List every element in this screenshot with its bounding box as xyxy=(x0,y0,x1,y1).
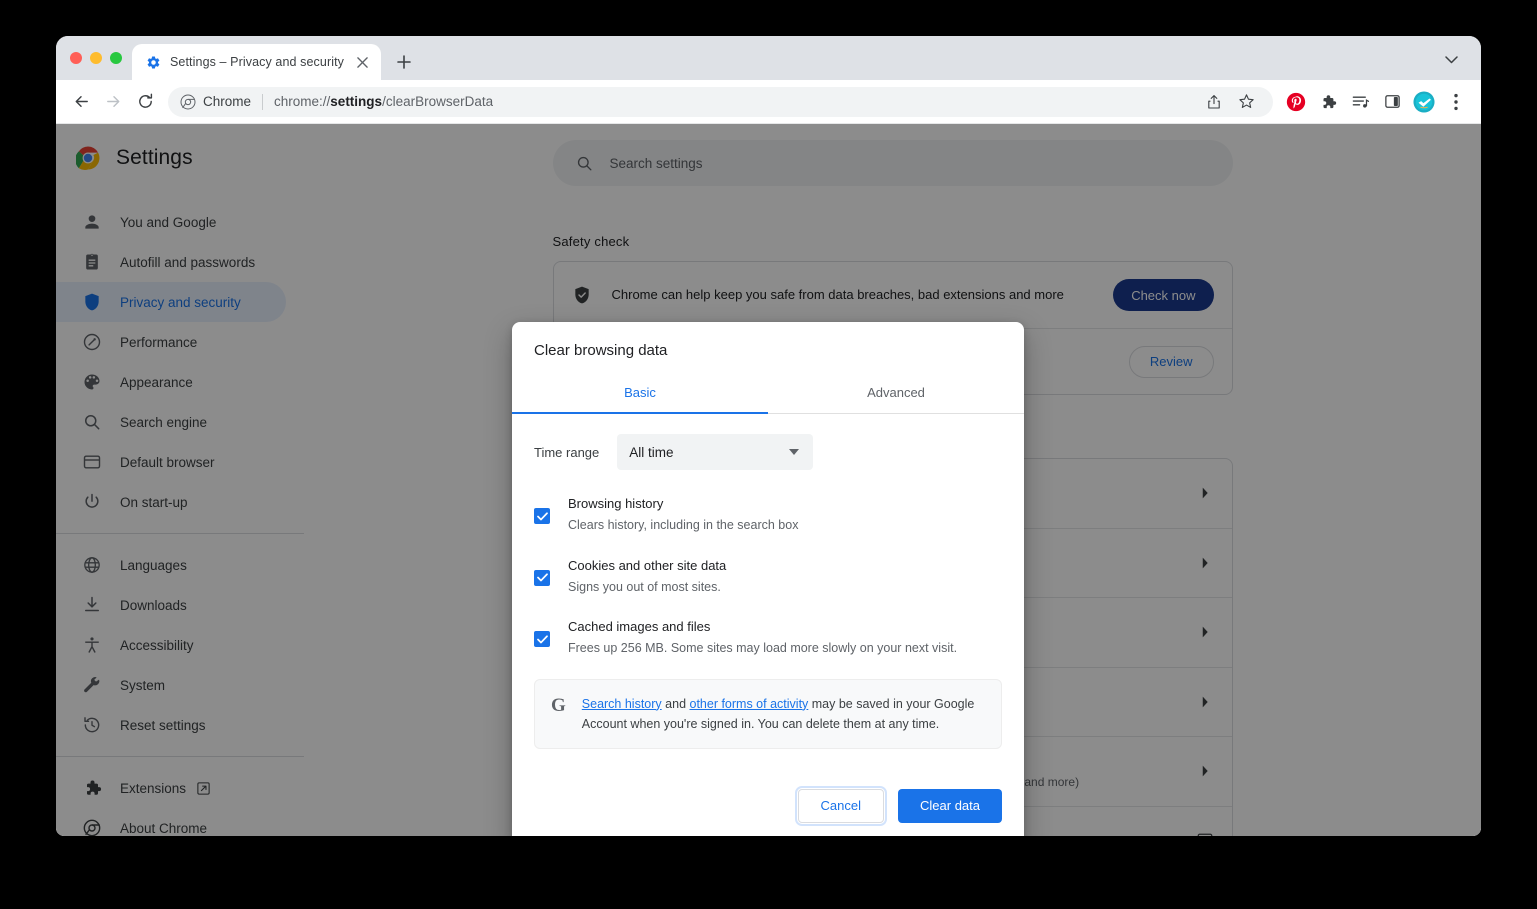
list-item[interactable]: Cached images and files Frees up 256 MB.… xyxy=(534,617,1002,659)
back-button[interactable] xyxy=(66,87,96,117)
dialog-actions: Cancel Clear data xyxy=(512,749,1024,836)
address-bar[interactable]: Chrome chrome://settings/clearBrowserDat… xyxy=(168,86,1273,117)
settings-page: Settings You and Google Autofill and pas… xyxy=(56,124,1481,836)
dialog-tabs: Basic Advanced xyxy=(512,373,1024,414)
time-range-label: Time range xyxy=(534,444,600,460)
plus-icon xyxy=(397,55,411,69)
checkbox-browsing-history[interactable] xyxy=(534,508,550,524)
side-panel-glyph-icon xyxy=(1384,95,1400,108)
checkbox-subtitle: Clears history, including in the search … xyxy=(568,518,799,533)
data-type-checkbox-list: Browsing history Clears history, includi… xyxy=(534,494,1002,659)
chrome-logo-icon xyxy=(180,94,196,109)
google-account-info-box: G Search history and other forms of acti… xyxy=(534,678,1002,749)
reload-icon xyxy=(138,93,152,108)
minimize-window-button[interactable] xyxy=(90,52,102,64)
reading-list-icon[interactable] xyxy=(1345,87,1375,117)
puzzle-glyph-icon xyxy=(1323,94,1337,108)
checkbox-cached-images-and-files[interactable] xyxy=(534,631,550,648)
forward-button[interactable] xyxy=(98,87,128,117)
checkbox-subtitle: Frees up 256 MB. Some sites may load mor… xyxy=(568,641,958,656)
list-item[interactable]: Cookies and other site data Signs you ou… xyxy=(534,556,1002,598)
checkbox-subtitle: Signs you out of most sites. xyxy=(568,579,721,594)
other-forms-of-activity-link[interactable]: other forms of activity xyxy=(690,697,809,711)
checkbox-title: Cookies and other site data xyxy=(568,557,727,573)
kebab-glyph-icon xyxy=(1454,93,1458,110)
clear-browsing-data-dialog: Clear browsing data Basic Advanced Time … xyxy=(512,322,1024,836)
checkbox-title: Browsing history xyxy=(568,496,664,511)
new-tab-button[interactable] xyxy=(389,47,419,77)
dialog-body: Time range All time Browsing history Cle xyxy=(512,414,1024,749)
check-icon xyxy=(536,573,548,582)
omnibox-url: chrome://settings/clearBrowserData xyxy=(274,94,493,109)
pinterest-glyph-icon xyxy=(1286,92,1306,111)
tab-strip: Settings – Privacy and security xyxy=(56,36,1481,80)
url-host: settings xyxy=(330,94,383,109)
omnibox-separator xyxy=(262,93,264,110)
browser-toolbar: Chrome chrome://settings/clearBrowserDat… xyxy=(56,80,1481,124)
url-path: /clearBrowserData xyxy=(382,94,494,109)
time-range-select[interactable]: All time xyxy=(617,434,814,470)
more-menu-icon[interactable] xyxy=(1441,87,1471,117)
avatar-glyph-icon xyxy=(1413,90,1435,113)
chevron-down-icon xyxy=(789,449,800,455)
reading-list-glyph-icon xyxy=(1352,96,1369,108)
chevron-down-icon xyxy=(1444,56,1458,64)
time-range-value: All time xyxy=(629,444,674,460)
profile-avatar-icon[interactable] xyxy=(1409,87,1439,117)
settings-gear-icon xyxy=(147,55,160,69)
side-panel-icon[interactable] xyxy=(1377,87,1407,117)
bookmark-star-icon[interactable] xyxy=(1231,87,1261,117)
reload-button[interactable] xyxy=(130,87,160,117)
checkbox-cookies-and-site-data[interactable] xyxy=(534,569,550,586)
close-tab-button[interactable] xyxy=(353,53,371,71)
check-icon xyxy=(536,511,548,520)
url-prefix: chrome:// xyxy=(274,94,331,109)
omnibox-chrome-chip: Chrome xyxy=(180,94,251,110)
clear-data-button[interactable]: Clear data xyxy=(898,788,1002,823)
omnibox-actions xyxy=(1199,87,1261,117)
tab-basic[interactable]: Basic xyxy=(512,373,768,414)
info-text: Search history and other forms of activi… xyxy=(582,694,985,734)
time-range-row: Time range All time xyxy=(534,434,1002,470)
pinterest-extension-icon[interactable] xyxy=(1281,87,1311,117)
share-glyph-icon xyxy=(1208,94,1220,109)
check-icon xyxy=(536,634,548,643)
search-history-link[interactable]: Search history xyxy=(582,697,662,711)
info-conjunction: and xyxy=(661,696,690,711)
tab-title: Settings – Privacy and security xyxy=(170,55,345,69)
browser-window: Settings – Privacy and security Chrome c… xyxy=(56,36,1481,836)
maximize-window-button[interactable] xyxy=(110,52,122,64)
forward-arrow-icon xyxy=(106,96,119,107)
close-window-button[interactable] xyxy=(70,52,82,64)
window-traffic-lights xyxy=(68,36,132,80)
share-icon[interactable] xyxy=(1199,87,1229,117)
tab-search-button[interactable] xyxy=(1439,48,1463,72)
list-item[interactable]: Browsing history Clears history, includi… xyxy=(534,494,1002,536)
omnibox-chip-label: Chrome xyxy=(203,94,252,109)
extensions-puzzle-icon[interactable] xyxy=(1313,87,1343,117)
back-arrow-icon xyxy=(75,96,88,107)
tab-advanced[interactable]: Advanced xyxy=(768,373,1024,413)
browser-tab[interactable]: Settings – Privacy and security xyxy=(132,44,382,80)
cancel-button[interactable]: Cancel xyxy=(794,785,888,826)
checkbox-title: Cached images and files xyxy=(568,619,711,635)
google-g-icon: G xyxy=(551,694,566,716)
dialog-title: Clear browsing data xyxy=(534,342,668,359)
star-glyph-icon xyxy=(1238,94,1254,109)
close-icon xyxy=(356,56,368,68)
